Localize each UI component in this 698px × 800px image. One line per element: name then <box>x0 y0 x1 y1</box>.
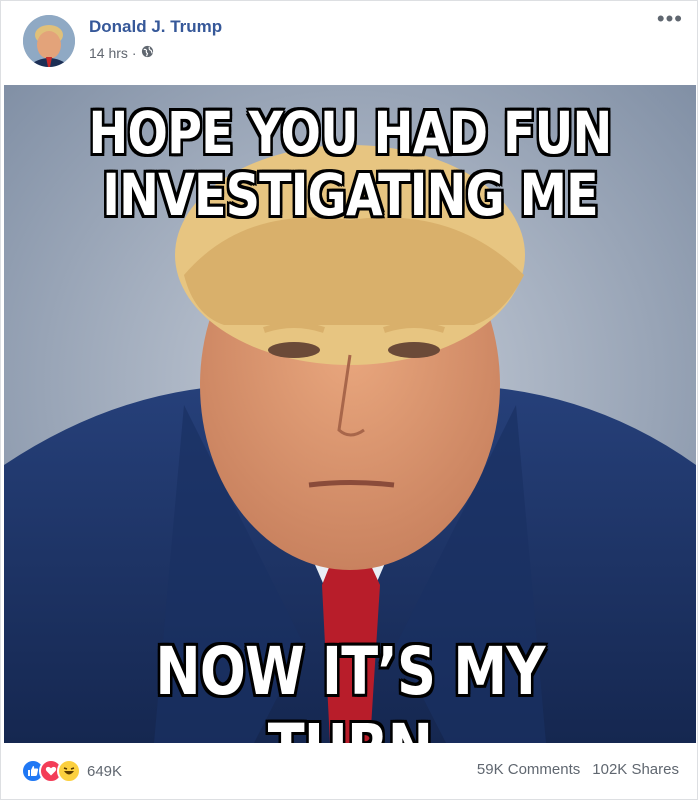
haha-icon <box>57 759 81 783</box>
shares-count-link[interactable]: 102K Shares <box>592 761 679 778</box>
post-footer: 649K 59K Comments 102K Shares <box>1 747 697 799</box>
comments-count-link[interactable]: 59K Comments <box>477 761 580 778</box>
globe-icon[interactable] <box>141 45 154 61</box>
post-header: Donald J. Trump 14 hrs · ••• <box>1 1 697 85</box>
reaction-count[interactable]: 649K <box>87 763 122 780</box>
engagement-stats: 59K Comments 102K Shares <box>477 761 679 778</box>
post-image[interactable]: HOPE YOU HAD FUN INVESTIGATING ME NOW IT… <box>4 85 696 743</box>
more-options-button[interactable]: ••• <box>657 8 683 30</box>
post-meta: 14 hrs · <box>89 45 154 61</box>
meme-top-line-1: HOPE YOU HAD FUN <box>88 99 613 167</box>
author-avatar[interactable] <box>23 15 75 67</box>
author-name[interactable]: Donald J. Trump <box>89 17 222 37</box>
reactions-summary[interactable]: 649K <box>21 759 122 783</box>
meme-bottom-line: NOW IT’S MY TURN <box>155 633 545 743</box>
post-timestamp[interactable]: 14 hrs <box>89 45 128 61</box>
meta-separator: · <box>131 45 137 61</box>
meme-top-line-2: INVESTIGATING ME <box>102 161 598 229</box>
facebook-post: Donald J. Trump 14 hrs · ••• HOPE YOU HA… <box>0 0 698 800</box>
avatar-portrait-image <box>23 15 75 67</box>
